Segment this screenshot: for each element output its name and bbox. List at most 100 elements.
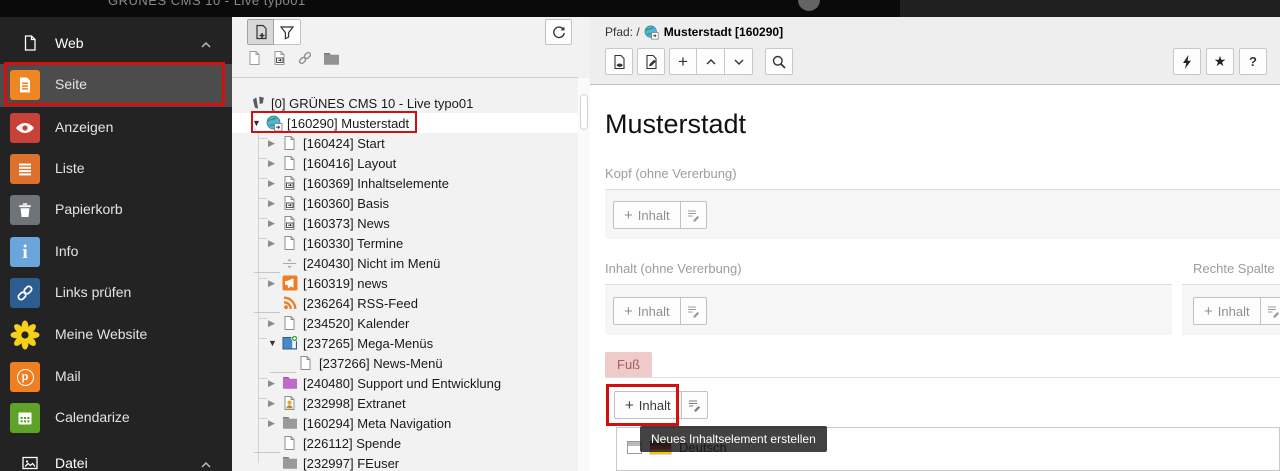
sidebar-item-papierkorb[interactable]: Papierkorb: [0, 189, 232, 231]
drag-new-folder-icon[interactable]: [323, 51, 340, 70]
paste-content-icon[interactable]: [681, 391, 708, 419]
paste-content-icon[interactable]: [1260, 297, 1280, 325]
expand-icon[interactable]: [268, 138, 282, 149]
add-content-button-kopf[interactable]: + Inhalt: [613, 201, 681, 229]
sidebar-item-calendarize[interactable]: Calendarize: [0, 397, 232, 439]
add-content-button-fuss[interactable]: + Inhalt: [614, 391, 682, 419]
tree-node[interactable]: [232998] Extranet: [232, 393, 578, 413]
filter-icon[interactable]: [274, 19, 301, 45]
sunflower-icon: [10, 320, 40, 350]
breadcrumb: Pfad: / Musterstadt [160290]: [605, 25, 784, 39]
expand-icon[interactable]: [268, 198, 282, 209]
tree-node[interactable]: [160330] Termine: [232, 233, 578, 253]
spacer-icon: [282, 255, 300, 271]
tree-node-root[interactable]: [0] GRÜNES CMS 10 - Live typo01: [232, 93, 578, 113]
clear-cache-icon[interactable]: [1173, 48, 1201, 75]
page-icon: [282, 235, 300, 251]
sidebar-item-label: Links prüfen: [55, 284, 132, 300]
sidebar-item-label: Calendarize: [55, 409, 130, 425]
site-globe-icon: [266, 115, 284, 132]
user-avatar[interactable]: [798, 0, 820, 11]
tree-node[interactable]: [237265] Mega-Menüs: [232, 333, 578, 353]
page-shortcut-icon: [282, 195, 300, 211]
edit-page-icon[interactable]: [637, 48, 665, 75]
page-icon: [282, 155, 300, 171]
doc-header: Pfad: / Musterstadt [160290]: [590, 17, 1280, 85]
folder-gray-icon: [282, 455, 300, 471]
sidebar-item-anzeigen[interactable]: Anzeigen: [0, 107, 232, 149]
column-kopf: + Inhalt: [605, 189, 1280, 239]
sidebar-section-web[interactable]: Web: [0, 30, 232, 60]
breadcrumb-page[interactable]: Musterstadt [160290]: [664, 25, 783, 39]
move-down-icon[interactable]: [725, 48, 753, 75]
move-up-icon[interactable]: [697, 48, 725, 75]
tree-node[interactable]: [160360] Basis: [232, 193, 578, 213]
sidebar-item-links-pruefen[interactable]: Links prüfen: [0, 272, 232, 314]
paste-content-icon[interactable]: [680, 201, 707, 229]
new-record-icon[interactable]: [669, 48, 697, 75]
sidebar-item-label: Papierkorb: [55, 201, 123, 217]
collapse-icon[interactable]: [268, 338, 282, 348]
drag-new-shortcut-icon[interactable]: [272, 50, 287, 71]
expand-icon[interactable]: [268, 398, 282, 409]
tree-node[interactable]: [240480] Support und Entwicklung: [232, 373, 578, 393]
expand-icon[interactable]: [268, 378, 282, 389]
tree-scrollbar-thumb[interactable]: [580, 94, 588, 130]
tree-node[interactable]: [160294] Meta Navigation: [232, 413, 578, 433]
paste-content-icon[interactable]: [680, 297, 707, 325]
view-page-icon[interactable]: [605, 48, 633, 75]
mail-icon: [10, 362, 40, 392]
expand-icon[interactable]: [268, 238, 282, 249]
help-icon[interactable]: [1239, 48, 1267, 75]
page-icon: [298, 355, 316, 371]
tree-node[interactable]: [160416] Layout: [232, 153, 578, 173]
tree-node[interactable]: [160369] Inhaltselemente: [232, 173, 578, 193]
expand-icon[interactable]: [268, 418, 282, 429]
sidebar-section-datei[interactable]: Datei: [0, 450, 232, 471]
tree-node[interactable]: [160373] News: [232, 213, 578, 233]
tooltip: Neues Inhaltselement erstellen: [640, 426, 827, 452]
drag-new-page-icon[interactable]: [247, 50, 262, 71]
bookmark-icon[interactable]: [1206, 48, 1234, 75]
tree-node-musterstadt[interactable]: [160290] Musterstadt: [232, 113, 578, 133]
sidebar-item-mail[interactable]: Mail: [0, 356, 232, 398]
refresh-icon[interactable]: [545, 19, 572, 45]
sidebar-item-liste[interactable]: Liste: [0, 148, 232, 190]
expand-icon[interactable]: [268, 158, 282, 169]
tree-node[interactable]: [226112] Spende: [232, 433, 578, 453]
sidebar-item-label: Anzeigen: [55, 119, 114, 135]
datei-section-icon: [21, 454, 39, 471]
folder-gray-icon: [282, 415, 300, 431]
add-content-button-inhalt[interactable]: + Inhalt: [613, 297, 681, 325]
tree-node[interactable]: [160424] Start: [232, 133, 578, 153]
sidebar-item-seite[interactable]: Seite: [0, 64, 232, 107]
drag-new-link-icon[interactable]: [297, 50, 313, 71]
sidebar-item-meine-website[interactable]: Meine Website: [0, 314, 232, 356]
chevron-up-icon[interactable]: [200, 38, 212, 50]
page-icon: [282, 315, 300, 331]
column-label-kopf: Kopf (ohne Vererbung): [605, 166, 737, 181]
search-icon[interactable]: [765, 48, 793, 75]
tree-node[interactable]: [237266] News-Menü: [232, 353, 578, 373]
tree-node[interactable]: [232997] FEuser: [232, 453, 578, 471]
expand-icon[interactable]: [268, 218, 282, 229]
column-label-rechte-spalte: Rechte Spalte: [1193, 261, 1275, 276]
new-page-button[interactable]: [247, 19, 274, 45]
tree-node[interactable]: [240430] Nicht im Menü: [232, 253, 578, 273]
collapse-icon[interactable]: [252, 118, 266, 128]
tree-scrollbar[interactable]: [578, 78, 590, 471]
new-page-drag-area: [247, 50, 340, 71]
tree-node[interactable]: [236264] RSS-Feed: [232, 293, 578, 313]
tree-node[interactable]: [160319] news: [232, 273, 578, 293]
chevron-icon[interactable]: [200, 458, 212, 470]
typo3-logo-icon: [250, 95, 268, 111]
expand-icon[interactable]: [268, 178, 282, 189]
expand-icon[interactable]: [268, 318, 282, 329]
news-folder-icon: [282, 275, 300, 291]
sidebar-item-info[interactable]: Info: [0, 231, 232, 273]
tree-node[interactable]: [234520] Kalender: [232, 313, 578, 333]
add-content-button-rechte[interactable]: + Inhalt: [1193, 297, 1261, 325]
page-module-content: Pfad: / Musterstadt [160290] + ★ ? Muste…: [590, 17, 1280, 471]
expand-icon[interactable]: [268, 278, 282, 289]
list-module-icon: [10, 154, 40, 184]
